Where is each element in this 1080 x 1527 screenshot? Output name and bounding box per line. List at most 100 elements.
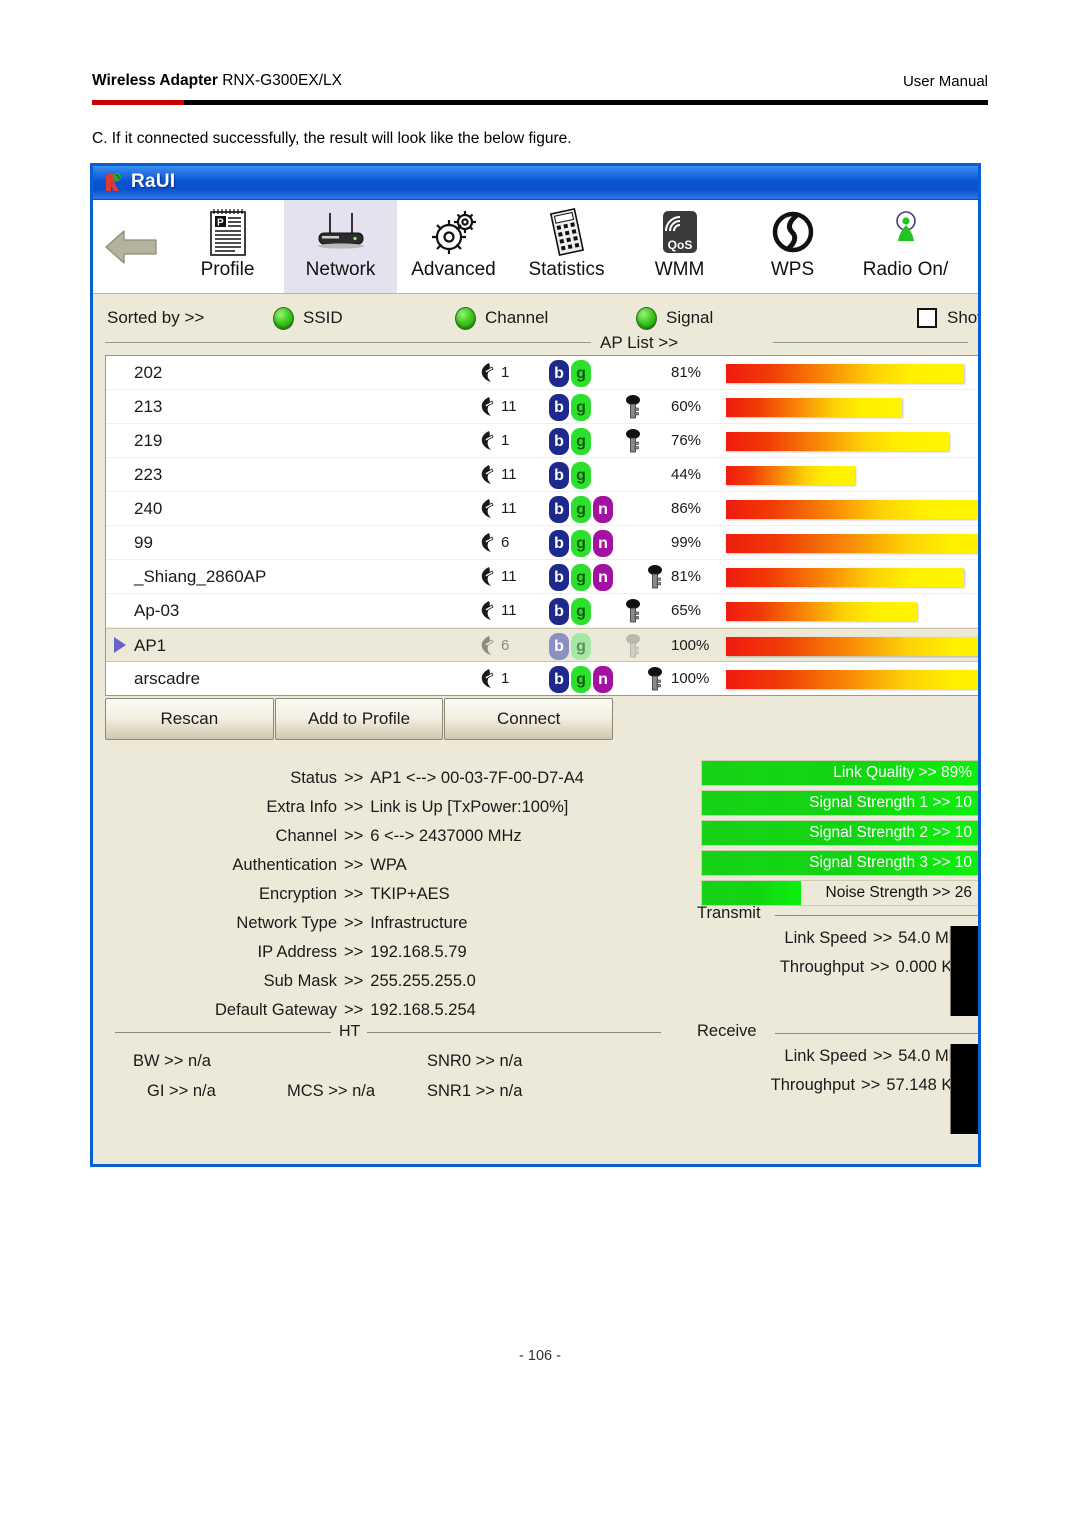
tab-advanced-label: Advanced [411,259,496,280]
table-row[interactable]: 99 6 b g n 99% [106,526,978,560]
header-rule-red-segment [92,100,184,105]
status-field-value: WPA [370,856,407,874]
table-row[interactable]: 223 11 b g 44% [106,458,978,492]
channel-signal-icon [478,430,500,452]
status-field-separator: >> [344,885,364,903]
raui-application-window: RaUI P Profile Network Advanced Statisti… [90,163,981,1167]
quality-bar-label: Signal Strength 2 >> 10 [809,824,972,841]
status-field-key: Encryption [259,885,337,903]
mode-badge-b: b [549,633,569,660]
security-key-icon [646,565,664,590]
ap-action-buttons: Rescan Add to Profile Connect [105,698,614,742]
transmit-link-speed-sep: >> [873,929,893,947]
ap-channel-label: 11 [501,500,517,517]
sort-option-channel-label[interactable]: Channel [485,308,548,328]
add-to-profile-button[interactable]: Add to Profile [274,698,444,740]
radio-signal-icon[interactable] [636,307,657,330]
tab-statistics[interactable]: Statistics [510,200,623,293]
connect-button[interactable]: Connect [444,698,614,740]
ht-bw-value: BW >> n/a [133,1052,211,1070]
ap-signal-bar-fill [726,534,978,553]
quality-bar-label: Signal Strength 1 >> 10 [809,794,972,811]
tab-statistics-label: Statistics [528,259,605,280]
ht-gi-value: GI >> n/a [147,1082,216,1100]
ap-signal-percent: 100% [671,637,710,654]
channel-signal-icon [478,498,500,520]
divider-line-right [773,342,968,343]
status-field-value: 192.168.5.254 [370,1001,476,1019]
ap-mode-badges: bg [549,360,591,387]
link-quality-bars: Link Quality >> 89% Signal Strength 1 >> … [701,760,978,910]
tab-advanced[interactable]: Advanced [397,200,510,293]
ap-ssid-label: 223 [134,465,163,484]
transmit-header: Transmit [697,904,978,924]
transmit-throughput-sep: >> [870,958,890,976]
table-row[interactable]: AP1 6 bg 100% [106,628,978,662]
ht-divider: HT [115,1023,661,1040]
ap-signal-percent: 76% [671,432,702,449]
rescan-button[interactable]: Rescan [105,698,274,740]
channel-signal-icon [478,635,500,657]
table-row[interactable]: 240 11 b g n 86% [106,492,978,526]
tab-network-label: Network [305,259,376,280]
security-key-icon [624,599,642,624]
show-checkbox-label[interactable]: Show [947,308,978,328]
radio-ssid-icon[interactable] [273,307,294,330]
status-badge: Signal Strength 2 >> 10 [701,820,978,846]
header-rule [92,100,988,105]
ap-signal-bar [726,398,978,417]
selected-row-arrow-icon [114,637,126,653]
svg-text:P: P [217,218,224,229]
status-field-value: 6 <--> 2437000 MHz [370,827,522,845]
ap-ssid-label: Ap-03 [134,601,180,620]
ap-signal-bar-fill [726,568,964,587]
tab-wps[interactable]: WPS [736,200,849,293]
ap-signal-bar-fill [726,398,902,417]
header-product-title: Wireless Adapter RNX-G300EX/LX [92,72,342,90]
mode-badge-g: g [571,633,591,660]
ap-list-table[interactable]: 202 1 b g 81% 213 11 b g 60% 219 1bg 76% 223 11 b… [105,355,978,696]
divider-line-left [105,342,591,343]
ap-ssid-label: AP1 [134,636,167,655]
security-key-icon [624,429,642,454]
status-field-key: Sub Mask [263,972,337,990]
ap-signal-bar [726,568,978,587]
status-field-key: IP Address [257,943,338,961]
toolbar-back-button[interactable] [93,200,171,293]
table-row[interactable]: _Shiang_2860AP 11 b g n 81% [106,560,978,594]
table-row[interactable]: 202 1 b g 81% [106,356,978,390]
table-row[interactable]: arscadre 1 bgn 100% [106,662,978,695]
ap-signal-bar [726,432,978,451]
radio-channel-icon[interactable] [455,307,476,330]
mode-badge-b: b [549,530,569,557]
status-field-separator: >> [344,972,364,990]
show-checkbox[interactable] [917,308,937,328]
status-field-value: Infrastructure [370,914,468,932]
mode-badge-b: b [549,564,569,591]
table-row[interactable]: 213 11 b g 60% [106,390,978,424]
table-row[interactable]: Ap-03 11 b g 65% [106,594,978,628]
mode-badge-n: n [593,530,613,557]
ap-mode-badges: bgn [549,496,613,523]
ap-ssid-label: 213 [134,397,163,416]
ht-snr0-value: SNR0 >> n/a [427,1052,523,1070]
ap-mode-badges: bgn [549,530,613,557]
mode-badge-b: b [549,666,569,693]
ap-channel-label: 11 [501,602,517,619]
tab-network[interactable]: Network [284,200,397,293]
table-row[interactable]: 219 1 bg 76% [106,424,978,458]
tab-profile[interactable]: P Profile [171,200,284,293]
status-field-separator: >> [344,914,364,932]
sort-options-bar: Sorted by >> SSID Channel Signal Show AP… [93,294,978,352]
ap-signal-percent: 81% [671,364,702,381]
tab-radio-toggle[interactable]: Radio On/ [849,200,962,293]
sort-option-ssid-label[interactable]: SSID [303,308,343,328]
ht-values-grid: BW >> n/a GI >> n/a MCS >> n/a SNR0 >> n… [115,1052,661,1116]
ap-mode-badges: bg [549,462,591,489]
ap-ssid-label: 99 [134,533,153,552]
network-router-icon [311,206,371,258]
status-field-row: Sub Mask >> 255.255.255.0 [115,967,675,996]
security-key-icon [646,667,664,692]
sort-option-signal-label[interactable]: Signal [666,308,713,328]
tab-wmm[interactable]: QoS WMM [623,200,736,293]
